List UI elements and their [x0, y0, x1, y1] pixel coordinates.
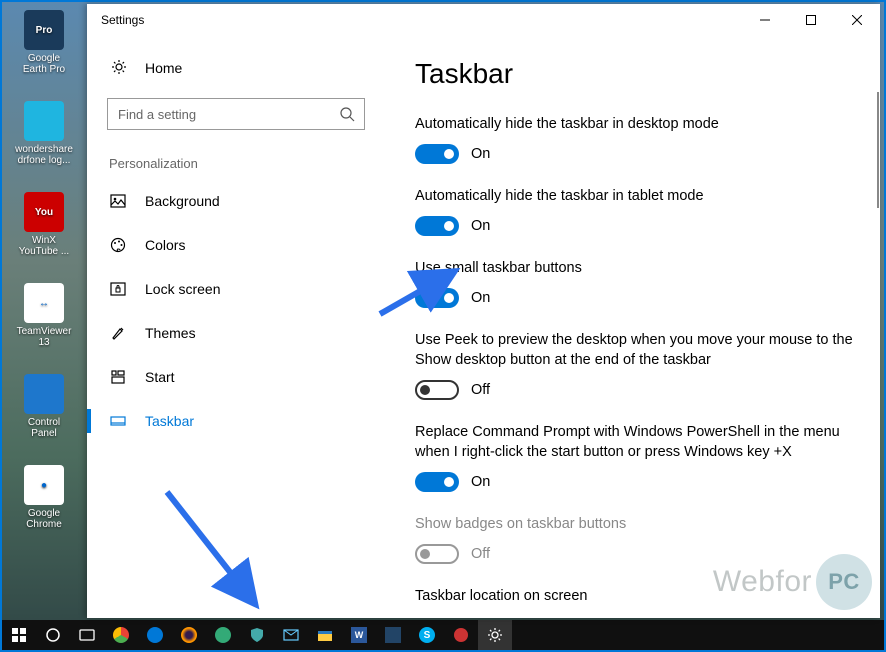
toggle-state: Off	[471, 546, 490, 562]
nav-lock-screen[interactable]: Lock screen	[87, 267, 385, 311]
titlebar: Settings	[87, 4, 880, 36]
tb-app1[interactable]	[206, 620, 240, 650]
palette-icon	[109, 236, 127, 254]
option-label: Replace Command Prompt with Windows Powe…	[415, 422, 856, 462]
close-button[interactable]	[834, 4, 880, 36]
toggle-state: On	[471, 474, 490, 490]
desktop-icon[interactable]: ●Google Chrome	[16, 465, 72, 530]
home-label: Home	[145, 60, 182, 76]
nav-colors[interactable]: Colors	[87, 223, 385, 267]
toggle-switch[interactable]	[415, 216, 459, 236]
setting-option: Use small taskbar buttons On	[415, 258, 856, 308]
minimize-button[interactable]	[742, 4, 788, 36]
toggle-switch[interactable]	[415, 380, 459, 400]
desktop-icon[interactable]: ProGoogle Earth Pro	[16, 10, 72, 75]
tb-game[interactable]	[376, 620, 410, 650]
tb-firefox[interactable]	[172, 620, 206, 650]
picture-icon	[109, 192, 127, 210]
toggle-state: Off	[471, 382, 490, 398]
task-view-button[interactable]	[70, 620, 104, 650]
toggle-state: On	[471, 290, 490, 306]
tb-chrome[interactable]	[104, 620, 138, 650]
desktop-icon[interactable]: YouWinX YouTube ...	[16, 192, 72, 257]
tb-explorer[interactable]	[308, 620, 342, 650]
setting-option: Replace Command Prompt with Windows Powe…	[415, 422, 856, 492]
nav-background[interactable]: Background	[87, 179, 385, 223]
window-title: Settings	[87, 13, 144, 27]
setting-option: Use Peek to preview the desktop when you…	[415, 330, 856, 400]
option-label: Automatically hide the taskbar in deskto…	[415, 114, 856, 134]
desktop-icon[interactable]: ↔TeamViewer 13	[16, 283, 72, 348]
toggle-state: On	[471, 146, 490, 162]
start-button[interactable]	[2, 620, 36, 650]
grid-icon	[109, 368, 127, 386]
tb-edge[interactable]	[138, 620, 172, 650]
cortana-button[interactable]	[36, 620, 70, 650]
toggle-switch[interactable]	[415, 472, 459, 492]
windows-taskbar: W S	[2, 620, 884, 650]
tb-word[interactable]: W	[342, 620, 376, 650]
option-label: Show badges on taskbar buttons	[415, 514, 856, 534]
option-label: Use small taskbar buttons	[415, 258, 856, 278]
option-label: Use Peek to preview the desktop when you…	[415, 330, 856, 370]
nav-start[interactable]: Start	[87, 355, 385, 399]
search-input[interactable]	[107, 98, 365, 130]
toggle-switch[interactable]	[415, 288, 459, 308]
nav-group-label: Personalization	[87, 130, 385, 179]
tb-settings[interactable]	[478, 620, 512, 650]
gear-icon	[111, 59, 127, 78]
option-label: Automatically hide the taskbar in tablet…	[415, 186, 856, 206]
nav-taskbar[interactable]: Taskbar	[87, 399, 385, 443]
setting-option: Automatically hide the taskbar in deskto…	[415, 114, 856, 164]
brush-icon	[109, 324, 127, 342]
tb-mail[interactable]	[274, 620, 308, 650]
toggle-state: On	[471, 218, 490, 234]
taskbar-icon	[109, 412, 127, 430]
toggle-switch	[415, 544, 459, 564]
desktop-background: ProGoogle Earth Pro wondershare drfone lo…	[2, 2, 884, 650]
nav-themes[interactable]: Themes	[87, 311, 385, 355]
settings-sidebar: Home Personalization BackgroundColorsLoc…	[87, 36, 385, 618]
search-icon	[339, 106, 355, 127]
desktop-icon[interactable]: Control Panel	[16, 374, 72, 439]
toggle-switch[interactable]	[415, 144, 459, 164]
settings-window: Settings Home Personalization Background…	[87, 4, 880, 618]
watermark-badge: PC	[816, 554, 872, 610]
desktop-icon[interactable]: wondershare drfone log...	[16, 101, 72, 166]
maximize-button[interactable]	[788, 4, 834, 36]
tb-app2[interactable]	[444, 620, 478, 650]
watermark-text: Webfor	[713, 565, 812, 599]
lock-icon	[109, 280, 127, 298]
settings-content: Taskbar Automatically hide the taskbar i…	[385, 36, 880, 618]
setting-option: Automatically hide the taskbar in tablet…	[415, 186, 856, 236]
tb-skype[interactable]: S	[410, 620, 444, 650]
page-title: Taskbar	[415, 58, 856, 90]
watermark: Webfor PC	[713, 554, 872, 610]
tb-security[interactable]	[240, 620, 274, 650]
home-nav[interactable]: Home	[87, 48, 385, 88]
